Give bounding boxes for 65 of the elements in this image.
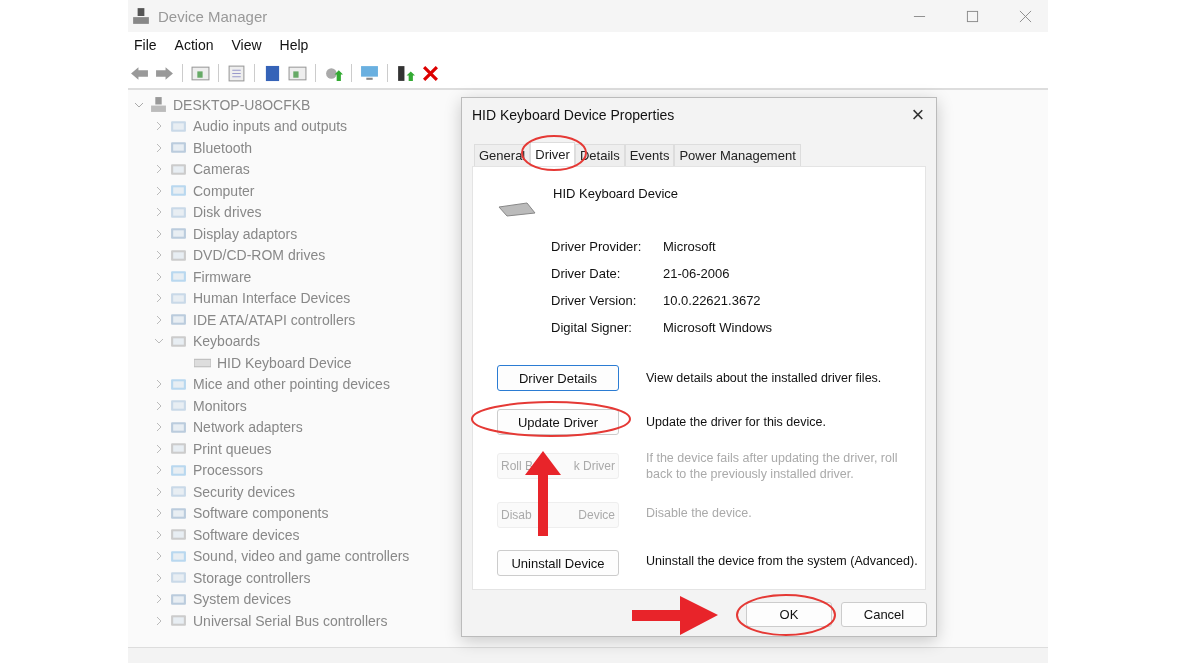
tree-item[interactable]: DESKTOP-U8OCFKB xyxy=(173,96,311,113)
tree-item[interactable]: Storage controllers xyxy=(193,569,311,586)
tree-item[interactable]: HID Keyboard Device xyxy=(217,354,352,371)
tree-item[interactable]: Human Interface Devices xyxy=(193,290,351,307)
action-description: View details about the installed driver files. xyxy=(646,370,883,386)
action-description: If the device fails after updating the driver, roll back to the previously installed driver. xyxy=(646,450,899,482)
tree-item[interactable]: Mice and other pointing devices xyxy=(193,376,390,393)
action-description: Disable the device. xyxy=(646,504,753,521)
tree-item[interactable]: Keyboards xyxy=(193,333,260,350)
tree-item[interactable]: System devices xyxy=(193,591,292,608)
tree-item[interactable]: Print queues xyxy=(193,440,272,457)
menu-item[interactable]: Help xyxy=(279,37,309,53)
property-label: Driver Date: xyxy=(551,266,622,281)
properties-icon[interactable] xyxy=(227,64,246,82)
tab[interactable]: Power Management xyxy=(674,144,801,166)
add-device-icon[interactable] xyxy=(396,64,415,82)
tree-item[interactable]: Network adapters xyxy=(193,419,303,436)
menu-item[interactable]: File xyxy=(134,37,157,53)
property-value: 10.0.22621.3672 xyxy=(663,293,762,308)
menu-item[interactable]: Action xyxy=(174,37,214,53)
tree-item[interactable]: Display adaptors xyxy=(193,225,298,242)
action-description: Update the driver for this device. xyxy=(646,414,827,430)
tab[interactable]: Events xyxy=(624,144,675,166)
maximize-icon[interactable] xyxy=(966,9,979,23)
tree-item[interactable]: Software components xyxy=(193,505,329,522)
action-button[interactable]: Update Driver xyxy=(497,409,619,435)
tree-item[interactable]: DVD/CD-ROM drives xyxy=(193,247,326,264)
close-icon[interactable] xyxy=(1019,9,1032,23)
property-value: Microsoft xyxy=(663,239,717,254)
panel-icon[interactable] xyxy=(288,64,307,82)
panel-icon[interactable] xyxy=(191,64,210,82)
dialog-button[interactable]: OK xyxy=(746,602,832,627)
menu-item[interactable]: View xyxy=(231,37,262,53)
close-button[interactable]: × xyxy=(900,102,936,128)
property-value: Microsoft Windows xyxy=(663,320,774,335)
tree-item[interactable]: Firmware xyxy=(193,268,252,285)
tree-item[interactable]: Universal Serial Bus controllers xyxy=(193,612,388,629)
computer-icon xyxy=(150,96,167,114)
action-button[interactable]: Uninstall Device xyxy=(497,550,619,576)
property-label: Driver Version: xyxy=(551,293,638,308)
property-value: 21-06-2006 xyxy=(663,266,731,281)
monitor-icon[interactable] xyxy=(360,64,379,82)
keyboard-icon xyxy=(497,201,537,217)
tree-item[interactable]: Cameras xyxy=(193,161,250,178)
action-description: Uninstall the device from the system (Advanced). xyxy=(646,553,919,569)
tree-item[interactable]: Bluetooth xyxy=(193,139,253,156)
tree-item[interactable]: IDE ATA/ATAPI controllers xyxy=(193,311,356,328)
tree-item[interactable]: Software devices xyxy=(193,526,300,543)
action-button[interactable]: Driver Details xyxy=(497,365,619,391)
tree-item[interactable]: Computer xyxy=(193,182,255,199)
property-label: Driver Provider: xyxy=(551,239,643,254)
tree-item[interactable]: Audio inputs and outputs xyxy=(193,118,348,135)
tree-item[interactable]: Disk drives xyxy=(193,204,262,221)
dialog-button[interactable]: Cancel xyxy=(841,602,927,627)
delete-icon[interactable] xyxy=(421,64,440,82)
window-title: Device Manager xyxy=(158,7,268,25)
dialog-title: HID Keyboard Device Properties xyxy=(472,107,675,123)
tree-item[interactable]: Sound, video and game controllers xyxy=(193,548,410,565)
tab[interactable]: Driver xyxy=(530,142,575,166)
tree-item[interactable]: Processors xyxy=(193,462,264,479)
device-name: HID Keyboard Device xyxy=(553,185,678,201)
tree-item[interactable]: Security devices xyxy=(193,483,295,500)
property-label: Digital Signer: xyxy=(551,320,633,335)
tree-item[interactable]: Monitors xyxy=(193,397,247,414)
computer-icon xyxy=(132,7,150,25)
